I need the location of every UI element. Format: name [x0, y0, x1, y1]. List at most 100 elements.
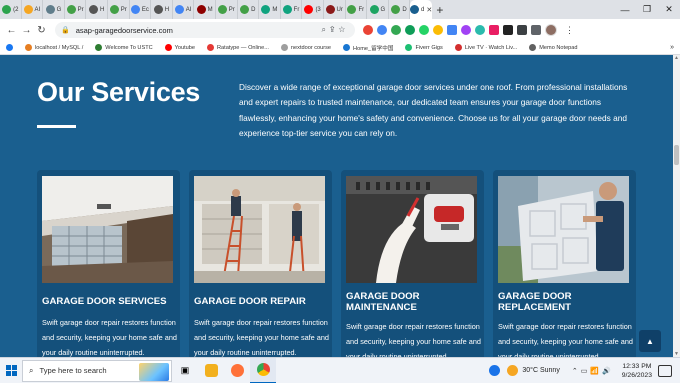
bookmark-item[interactable]: Home_留学中国: [343, 44, 393, 52]
tab-label: AI: [34, 6, 41, 13]
tab-favicon-icon: [153, 5, 163, 14]
extension-icon[interactable]: [405, 25, 415, 35]
browser-tab[interactable]: Ur: [324, 0, 346, 19]
facebook-icon: [6, 44, 13, 51]
bookmark-item[interactable]: Ratatype — Online...: [206, 44, 269, 51]
tab-favicon-icon: [391, 5, 401, 14]
bookmark-item[interactable]: nextdoor course: [280, 44, 331, 51]
browser-tab[interactable]: d ✕: [410, 0, 432, 19]
bookmark-item[interactable]: Youtube: [164, 44, 195, 51]
back-icon[interactable]: ←: [4, 25, 19, 36]
browser-tab[interactable]: H: [151, 0, 173, 19]
extension-icon[interactable]: [461, 25, 471, 35]
bookmark-item[interactable]: Memo Notepad: [529, 44, 578, 51]
browser-tab[interactable]: AI: [173, 0, 195, 19]
extensions-puzzle-icon[interactable]: [517, 25, 527, 35]
browser-tab[interactable]: M: [259, 0, 281, 19]
bookmark-label: Welcome To USTC: [105, 44, 153, 51]
reload-icon[interactable]: ↻: [34, 25, 49, 36]
facebook-bookmark-icon[interactable]: [6, 44, 13, 51]
bookmark-label: Live TV · Watch Liv...: [464, 44, 518, 51]
browser-tab[interactable]: Pr: [65, 0, 87, 19]
scrollbar-thumb[interactable]: [674, 145, 679, 165]
bookmark-item[interactable]: Fiverr Gigs: [405, 44, 443, 51]
tab-favicon-icon: [282, 5, 292, 14]
browser-tab[interactable]: Pr: [216, 0, 238, 19]
firefox-icon[interactable]: [224, 358, 250, 383]
browser-tab[interactable]: G: [367, 0, 389, 19]
back-to-top-button[interactable]: ▲: [639, 330, 661, 352]
browser-tab[interactable]: Fr: [346, 0, 368, 19]
start-button[interactable]: [0, 358, 22, 383]
service-card[interactable]: GARAGE DOOR SERVICES Swift garage door r…: [37, 170, 180, 357]
clock[interactable]: 12:33 PM 9/26/2023: [622, 362, 652, 380]
page-scrollbar[interactable]: ▲ ▼: [673, 55, 680, 357]
bookmark-item[interactable]: Live TV · Watch Liv...: [454, 44, 518, 51]
site-info-icon[interactable]: 🔒: [61, 26, 70, 34]
task-view-icon[interactable]: ▣: [172, 358, 198, 383]
weather-widget[interactable]: 30°C Sunny: [507, 365, 560, 376]
browser-tab[interactable]: Pr: [108, 0, 130, 19]
extension-icon[interactable]: [377, 25, 387, 35]
browser-tab[interactable]: D: [389, 0, 411, 19]
service-card[interactable]: GARAGE DOOR REPAIR Swift garage door rep…: [189, 170, 332, 357]
bookmark-favicon-icon: [25, 44, 32, 51]
tab-favicon-icon: [109, 5, 119, 14]
tab-favicon-icon: [89, 5, 98, 14]
tray-status-icons[interactable]: ⌃▭📶🔊: [572, 367, 614, 375]
notification-center-icon[interactable]: [658, 364, 672, 377]
browser-tab[interactable]: (2: [0, 0, 22, 19]
search-highlight-image: [139, 362, 169, 381]
bookmark-item[interactable]: localhost / MySQL /: [25, 44, 83, 51]
side-panel-icon[interactable]: [531, 25, 541, 35]
service-card[interactable]: GARAGE DOOR MAINTENANCE Swift garage doo…: [341, 170, 484, 357]
tab-favicon-icon: [325, 5, 335, 14]
tab-favicon-icon: [347, 5, 357, 14]
tab-favicon-icon: [2, 5, 12, 14]
service-card[interactable]: GARAGE DOOR REPLACEMENT Swift garage doo…: [493, 170, 636, 357]
browser-tab[interactable]: D: [238, 0, 260, 19]
extension-icon[interactable]: [475, 25, 485, 35]
url-text: asap-garagedoorservice.com: [75, 25, 173, 35]
close-window-icon[interactable]: ✕: [658, 4, 680, 15]
weather-text: 30°C Sunny: [522, 367, 560, 374]
tab-label: Ur: [336, 6, 343, 13]
chrome-icon[interactable]: [250, 357, 276, 383]
search-icon: ⌕: [29, 365, 34, 375]
extension-icon[interactable]: [419, 25, 429, 35]
browser-menu-icon[interactable]: ⋮: [565, 25, 574, 36]
extension-icon[interactable]: [391, 25, 401, 35]
extension-icon[interactable]: [433, 25, 443, 35]
extension-icon[interactable]: [503, 25, 513, 35]
profile-avatar[interactable]: [545, 24, 557, 36]
address-bar-actions[interactable]: ⌕⇪☆: [321, 25, 349, 35]
extension-icon[interactable]: [363, 25, 373, 35]
extension-icon[interactable]: [447, 25, 457, 35]
scroll-up-icon[interactable]: ▲: [674, 55, 679, 61]
tray-app-icon[interactable]: [481, 358, 507, 383]
file-explorer-icon[interactable]: [198, 358, 224, 383]
browser-tab[interactable]: AI: [22, 0, 44, 19]
address-bar[interactable]: 🔒 asap-garagedoorservice.com ⌕⇪☆: [55, 22, 355, 38]
browser-tab[interactable]: M: [194, 0, 216, 19]
taskbar-search-placeholder: Type here to search: [39, 366, 107, 375]
tab-favicon-icon: [130, 5, 140, 14]
browser-tab[interactable]: Ec: [130, 0, 152, 19]
tab-favicon-icon: [196, 5, 206, 14]
browser-tab[interactable]: H: [86, 0, 108, 19]
minimize-icon[interactable]: —: [614, 5, 636, 15]
browser-tab[interactable]: Fr: [281, 0, 303, 19]
browser-tab[interactable]: (3: [302, 0, 324, 19]
taskbar-search[interactable]: ⌕ Type here to search: [22, 359, 172, 382]
new-tab-button[interactable]: +: [432, 3, 448, 17]
tab-label: M: [207, 6, 213, 13]
bookmark-favicon-icon: [206, 44, 214, 51]
forward-icon[interactable]: →: [19, 25, 34, 36]
browser-tab[interactable]: G: [43, 0, 65, 19]
maximize-icon[interactable]: ❐: [636, 4, 658, 15]
bookmarks-overflow-icon[interactable]: »: [670, 44, 674, 51]
bookmark-item[interactable]: Welcome To USTC: [95, 44, 153, 51]
technician-ladder-photo: [194, 176, 325, 283]
extension-icon[interactable]: [489, 25, 499, 35]
tab-label: (2: [13, 6, 19, 13]
